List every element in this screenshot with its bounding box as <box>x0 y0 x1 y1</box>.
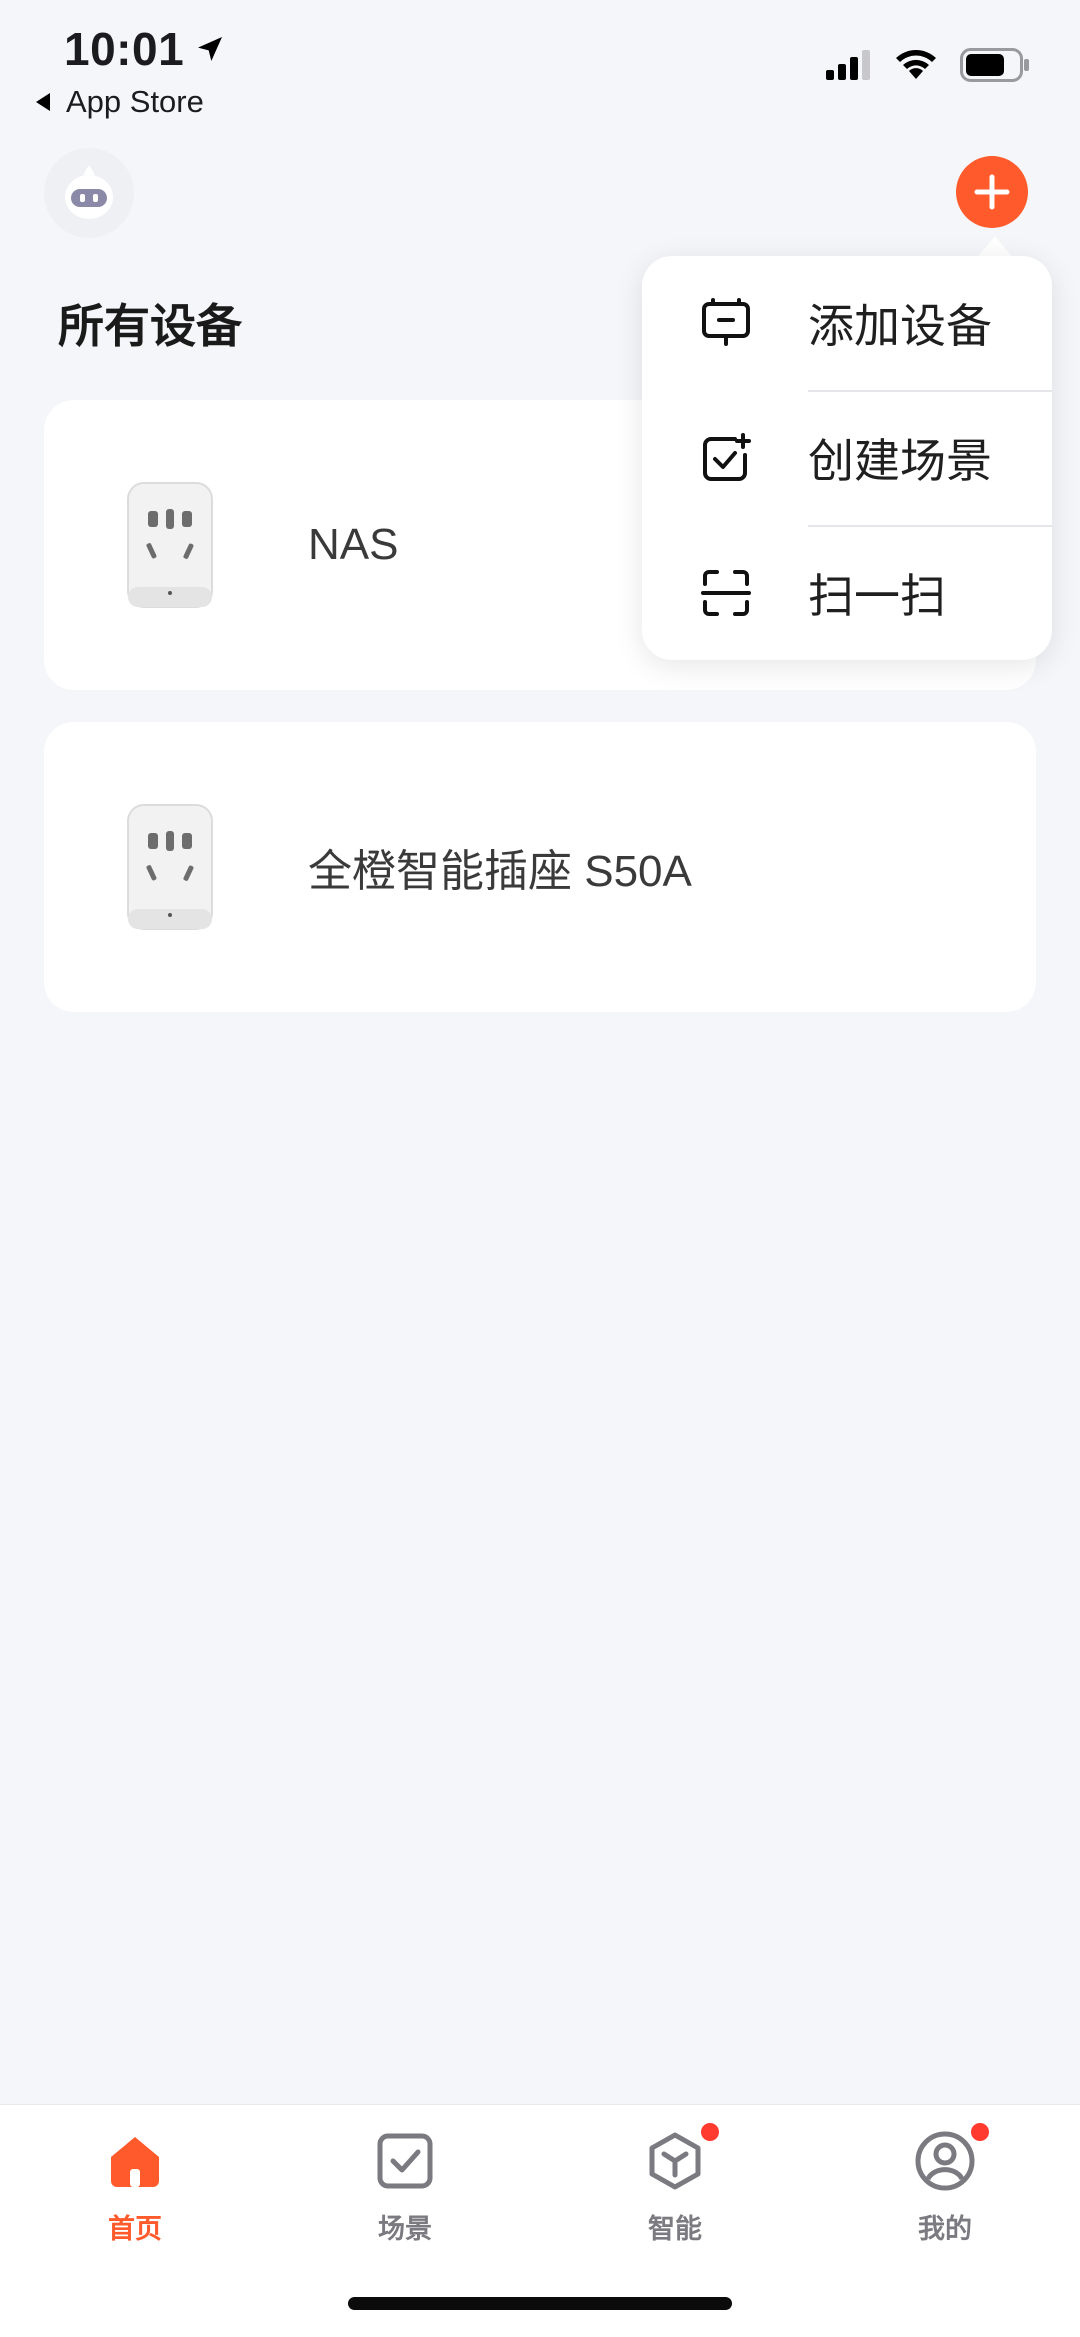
smart-cube-icon <box>643 2121 721 2193</box>
back-to-app-store[interactable]: App Store <box>34 84 204 120</box>
menu-item-scan[interactable]: 扫一扫 <box>642 526 1052 660</box>
menu-item-label: 扫一扫 <box>808 570 946 622</box>
add-device-icon <box>696 293 756 353</box>
cellular-signal-icon <box>826 50 870 80</box>
menu-item-label: 添加设备 <box>808 300 992 352</box>
tab-label: 场景 <box>378 2214 432 2244</box>
menu-item-add-device[interactable]: 添加设备 <box>642 256 1052 390</box>
home-indicator <box>348 2297 732 2310</box>
menu-item-create-scene[interactable]: 创建场景 <box>642 391 1052 525</box>
tab-home[interactable]: 首页 <box>55 2129 215 2246</box>
tab-scene[interactable]: 场景 <box>325 2129 485 2246</box>
device-name: 全橙智能插座 S50A <box>308 847 692 896</box>
location-arrow-icon <box>198 37 223 61</box>
scene-icon <box>373 2129 437 2193</box>
smart-plug-image <box>120 475 220 615</box>
app-screen: 10:01 App Store 所有设备 NAS 全橙智能插座 S50A 添加设… <box>0 0 1080 2337</box>
profile-icon <box>913 2121 991 2193</box>
device-name: NAS <box>308 520 399 569</box>
home-icon <box>103 2129 167 2193</box>
notification-badge <box>969 2121 991 2143</box>
add-button[interactable] <box>956 156 1028 228</box>
page-title: 所有设备 <box>58 300 242 352</box>
status-time-text: 10:01 <box>64 23 185 75</box>
notification-badge <box>699 2121 721 2143</box>
tab-smart[interactable]: 智能 <box>595 2121 755 2246</box>
tab-bar: 首页 场景 智能 我的 <box>0 2104 1080 2337</box>
tab-profile[interactable]: 我的 <box>865 2121 1025 2246</box>
back-label: App Store <box>66 84 204 119</box>
status-time: 10:01 <box>64 22 226 76</box>
plus-icon <box>974 174 1010 210</box>
tab-label: 智能 <box>648 2214 702 2244</box>
popup-arrow <box>977 236 1013 258</box>
tab-label: 我的 <box>918 2214 972 2244</box>
menu-item-label: 创建场景 <box>808 435 992 487</box>
create-scene-icon <box>696 428 756 488</box>
smart-plug-image <box>120 797 220 937</box>
scan-icon <box>696 563 756 623</box>
add-popup-menu: 添加设备 创建场景 扫一扫 <box>642 256 1052 660</box>
robot-avatar-icon <box>65 165 113 219</box>
device-card[interactable]: 全橙智能插座 S50A <box>44 722 1036 1012</box>
status-indicators <box>826 48 1030 82</box>
tab-label: 首页 <box>108 2214 162 2244</box>
back-triangle-icon <box>36 93 50 111</box>
battery-icon <box>960 48 1029 82</box>
avatar[interactable] <box>44 148 134 238</box>
wifi-icon <box>896 50 936 79</box>
